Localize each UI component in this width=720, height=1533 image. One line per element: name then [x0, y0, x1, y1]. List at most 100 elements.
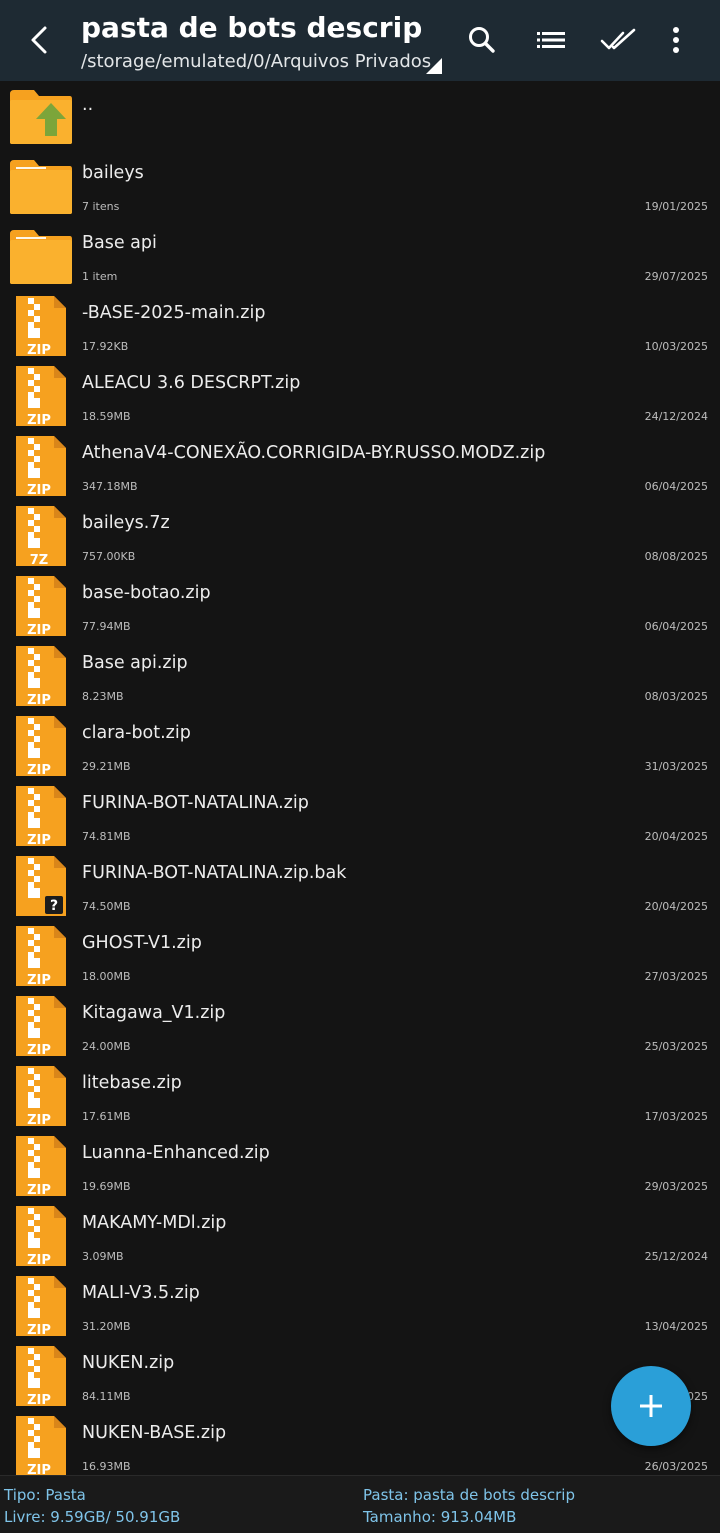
more-options-button[interactable] [656, 20, 696, 60]
file-row[interactable]: ZIP GHOST-V1.zip 18.00MB 27/03/2025 [0, 921, 720, 991]
item-date: 26/03/2025 [644, 1460, 708, 1473]
select-all-button[interactable] [599, 20, 639, 60]
item-size: 3.09MB [82, 1250, 124, 1263]
item-name: baileys [82, 163, 144, 183]
file-row[interactable]: ZIP Luanna-Enhanced.zip 19.69MB 29/03/20… [0, 1131, 720, 1201]
archive-icon: ZIP [16, 716, 66, 778]
item-size: 19.69MB [82, 1180, 131, 1193]
item-date: 25/12/2024 [644, 1250, 708, 1263]
item-size: 7 itens [82, 200, 120, 213]
file-row[interactable]: ZIP Base api.zip 8.23MB 08/03/2025 [0, 641, 720, 711]
item-size: 17.92KB [82, 340, 129, 353]
back-arrow-icon [31, 26, 47, 54]
item-name: baileys.7z [82, 513, 170, 533]
item-name: -BASE-2025-main.zip [82, 303, 266, 323]
item-date: 25/03/2025 [644, 1040, 708, 1053]
archive-icon: ZIP [16, 1066, 66, 1128]
search-button[interactable] [462, 20, 502, 60]
item-name: clara-bot.zip [82, 723, 191, 743]
item-name: NUKEN-BASE.zip [82, 1423, 227, 1443]
file-row[interactable]: ZIP Kitagawa_V1.zip 24.00MB 25/03/2025 [0, 991, 720, 1061]
item-size: 84.11MB [82, 1390, 131, 1403]
file-row[interactable]: ZIP ALEACU 3.6 DESCRPT.zip 18.59MB 24/12… [0, 361, 720, 431]
archive-icon: ZIP [16, 996, 66, 1058]
search-icon [469, 27, 495, 53]
item-size: 24.00MB [82, 1040, 131, 1053]
item-name: Kitagawa_V1.zip [82, 1003, 226, 1023]
item-date: 10/03/2025 [644, 340, 708, 353]
file-row[interactable]: ? FURINA-BOT-NATALINA.zip.bak 74.50MB 20… [0, 851, 720, 921]
current-path[interactable]: /storage/emulated/0/Arquivos Privados [81, 51, 431, 72]
folder-title: pasta de bots descrip [81, 11, 423, 44]
status-free-space: Livre: 9.59GB/ 50.91GB [4, 1508, 181, 1526]
item-name: FURINA-BOT-NATALINA.zip [82, 793, 309, 813]
item-badge-text: ZIP [27, 343, 51, 358]
file-list[interactable]: .. baileys 7 itens 19/01/2025 Base api 1… [0, 81, 720, 1475]
item-badge-text: ZIP [27, 483, 51, 498]
path-dropdown-icon[interactable] [426, 58, 442, 74]
file-row[interactable]: ZIP base-botao.zip 77.94MB 06/04/2025 [0, 571, 720, 641]
item-badge-text: ZIP [27, 973, 51, 988]
item-name: NUKEN.zip [82, 1353, 175, 1373]
add-button[interactable] [611, 1366, 691, 1446]
app-bar: pasta de bots descrip /storage/emulated/… [0, 0, 720, 81]
item-date: 08/08/2025 [644, 550, 708, 563]
file-row[interactable]: ZIP AthenaV4-CONEXÃO.CORRIGIDA-BY.RUSSO.… [0, 431, 720, 501]
item-date: 19/01/2025 [644, 200, 708, 213]
item-badge-text: ZIP [27, 623, 51, 638]
view-mode-button[interactable] [531, 20, 571, 60]
archive-icon: ZIP [16, 296, 66, 358]
archive-icon: ZIP [16, 576, 66, 638]
list-view-icon [537, 32, 565, 48]
file-row[interactable]: ZIP clara-bot.zip 29.21MB 31/03/2025 [0, 711, 720, 781]
folder-row[interactable]: Base api 1 item 29/07/2025 [0, 221, 720, 291]
item-size: 74.50MB [82, 900, 131, 913]
file-row[interactable]: ZIP -BASE-2025-main.zip 17.92KB 10/03/20… [0, 291, 720, 361]
item-size: 16.93MB [82, 1460, 131, 1473]
file-row[interactable]: ZIP MALI-V3.5.zip 31.20MB 13/04/2025 [0, 1271, 720, 1341]
file-row[interactable]: ZIP NUKEN-BASE.zip 16.93MB 26/03/2025 [0, 1411, 720, 1475]
item-size: 77.94MB [82, 620, 131, 633]
item-name: Base api.zip [82, 653, 188, 673]
item-date: 08/03/2025 [644, 690, 708, 703]
file-row[interactable]: ZIP MAKAMY-MDl.zip 3.09MB 25/12/2024 [0, 1201, 720, 1271]
archive-icon: ZIP [16, 926, 66, 988]
parent-folder-row[interactable]: .. [0, 81, 720, 151]
file-row[interactable]: 7Z baileys.7z 757.00KB 08/08/2025 [0, 501, 720, 571]
archive-icon: ZIP [16, 1346, 66, 1408]
file-row[interactable]: ZIP litebase.zip 17.61MB 17/03/2025 [0, 1061, 720, 1131]
item-name: MAKAMY-MDl.zip [82, 1213, 227, 1233]
item-badge-text: ZIP [27, 1323, 51, 1338]
item-badge-text: ZIP [27, 1183, 51, 1198]
archive-icon: ZIP [16, 1276, 66, 1338]
item-size: 31.20MB [82, 1320, 131, 1333]
back-button[interactable] [18, 16, 62, 64]
item-size: 1 item [82, 270, 118, 283]
archive-icon: ZIP [16, 366, 66, 428]
folder-icon [10, 230, 72, 284]
more-vert-icon [673, 27, 679, 53]
item-badge-text: ZIP [27, 1043, 51, 1058]
item-date: 06/04/2025 [644, 620, 708, 633]
item-date: 13/04/2025 [644, 1320, 708, 1333]
item-name: Base api [82, 233, 157, 253]
folder-up-icon [10, 90, 72, 144]
file-row[interactable]: ZIP FURINA-BOT-NATALINA.zip 74.81MB 20/0… [0, 781, 720, 851]
item-badge-text: 7Z [30, 553, 48, 568]
item-date: 29/03/2025 [644, 1180, 708, 1193]
archive-icon: ZIP [16, 786, 66, 848]
folder-row[interactable]: baileys 7 itens 19/01/2025 [0, 151, 720, 221]
item-badge-text: ZIP [27, 413, 51, 428]
item-size: 29.21MB [82, 760, 131, 773]
item-badge-text: ZIP [27, 763, 51, 778]
archive-icon: ZIP [16, 1206, 66, 1268]
item-size: 8.23MB [82, 690, 124, 703]
status-bar: Tipo: Pasta Livre: 9.59GB/ 50.91GB Pasta… [0, 1475, 720, 1533]
folder-icon [10, 160, 72, 214]
item-date: 20/04/2025 [644, 900, 708, 913]
item-size: 74.81MB [82, 830, 131, 843]
item-date: 20/04/2025 [644, 830, 708, 843]
archive-icon: ZIP [16, 646, 66, 708]
item-name: Luanna-Enhanced.zip [82, 1143, 270, 1163]
item-name: AthenaV4-CONEXÃO.CORRIGIDA-BY.RUSSO.MODZ… [82, 443, 546, 463]
